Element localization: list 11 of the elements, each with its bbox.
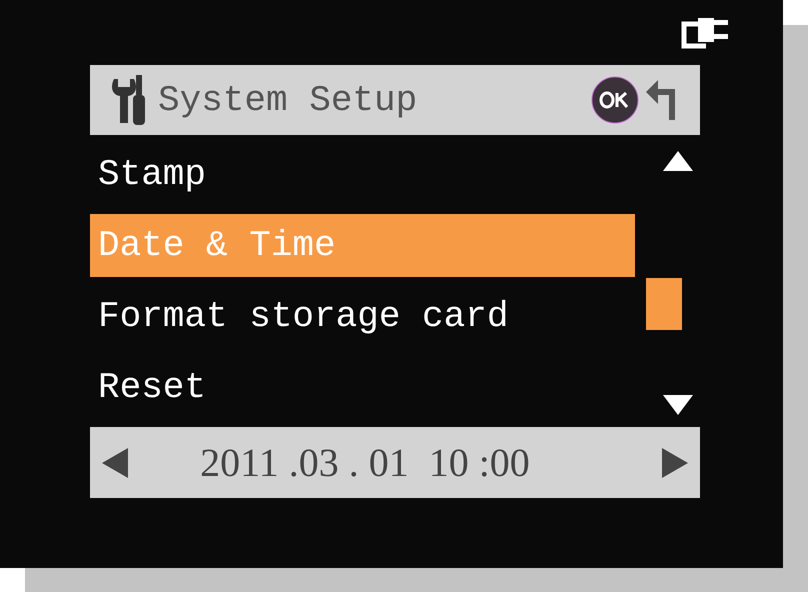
left-arrow-icon[interactable] — [102, 448, 128, 478]
scroll-up-icon — [663, 151, 693, 171]
menu-title: System Setup — [158, 80, 418, 120]
scrollbar-thumb — [646, 278, 682, 330]
right-arrow-icon[interactable] — [662, 448, 688, 478]
date-time-value: 2011 .03 . 01 10 :00 — [200, 439, 530, 486]
menu-item[interactable]: Reset — [90, 356, 635, 419]
menu-item[interactable]: Format storage card — [90, 285, 635, 348]
ok-button-icon — [590, 75, 640, 125]
menu-item[interactable]: Stamp — [90, 143, 635, 206]
scroll-down-icon — [663, 395, 693, 415]
